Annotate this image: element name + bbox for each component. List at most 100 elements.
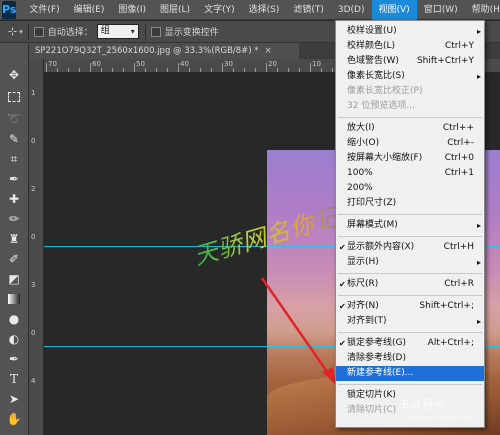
view-menu-item[interactable]: 打印尺寸(Z) xyxy=(336,196,484,211)
menu-separator xyxy=(338,332,482,333)
view-menu-item: 32 位预览选项... xyxy=(336,99,484,114)
ruler-tick xyxy=(134,63,135,72)
view-menu-item[interactable]: 按屏幕大小缩放(F) Ctrl+0 xyxy=(336,151,484,166)
ruler-tick xyxy=(123,68,124,72)
menu-item-label: 对齐到(T) xyxy=(347,316,387,326)
menu-separator xyxy=(338,295,482,296)
ruler-tick xyxy=(244,68,245,72)
view-menu-dropdown: 校样设置(U) ▸ 校样颜色(L) Ctrl+Y 色域警告(W) Shift+Ctrl+Y… xyxy=(335,20,485,428)
vertical-ruler[interactable]: 1 0 2 0 3 0 4 xyxy=(29,59,44,435)
brush-tool-icon[interactable]: ✏ xyxy=(3,209,25,229)
auto-select-target-dropdown[interactable]: 组 ▾ xyxy=(96,24,139,39)
ruler-tick xyxy=(156,68,157,72)
ruler-tick xyxy=(200,68,201,72)
move-tool-icon[interactable]: ✥ xyxy=(3,65,25,85)
divider xyxy=(27,23,29,40)
history-brush-tool-icon[interactable]: ✐ xyxy=(3,249,25,269)
menu-item-label: 锁定参考线(G) xyxy=(347,338,406,348)
ruler-tick xyxy=(79,68,80,72)
menu-2[interactable]: 图像(I) xyxy=(111,0,153,20)
view-menu-item[interactable]: 100% Ctrl+1 xyxy=(336,166,484,181)
menu-item-shortcut: Ctrl+- xyxy=(447,138,474,148)
view-menu-item[interactable]: 显示(H) ▸ xyxy=(336,255,484,270)
menu-item-label: 新建参考线(E)... xyxy=(347,368,414,378)
menu-item-label: 标尺(R) xyxy=(347,279,379,289)
ruler-tick xyxy=(299,68,300,72)
ruler-tick xyxy=(321,68,322,72)
view-menu-item[interactable]: 对齐到(T) ▸ xyxy=(336,314,484,329)
clone-stamp-tool-icon[interactable]: ♜ xyxy=(3,229,25,249)
document-tab[interactable]: SP221O79Q32T_2560x1600.jpg @ 33.3%(RGB/8… xyxy=(29,43,299,59)
ruler-label: 0 xyxy=(31,137,36,145)
healing-brush-tool-icon[interactable]: ✚ xyxy=(3,189,25,209)
view-menu-item[interactable]: 像素长宽比(S) ▸ xyxy=(336,69,484,84)
menu-7[interactable]: 3D(D) xyxy=(331,0,372,20)
chevron-down-icon[interactable]: ▾ xyxy=(19,28,23,36)
ruler-tick xyxy=(211,68,212,72)
menu-item-label: 锁定切片(K) xyxy=(347,390,396,400)
blur-tool-icon[interactable]: ● xyxy=(3,309,25,329)
view-menu-item[interactable]: 放大(I) Ctrl++ xyxy=(336,121,484,136)
ruler-tick xyxy=(255,68,256,72)
crop-tool-icon[interactable]: ⌗ xyxy=(3,149,25,169)
view-menu-item[interactable]: 校样颜色(L) Ctrl+Y xyxy=(336,39,484,54)
show-transform-checkbox[interactable] xyxy=(150,26,161,37)
quick-select-tool-icon[interactable]: ✎ xyxy=(3,129,25,149)
menu-6[interactable]: 滤镜(T) xyxy=(286,0,331,20)
path-select-tool-icon[interactable]: ➤ xyxy=(3,389,25,409)
menu-1[interactable]: 编辑(E) xyxy=(67,0,112,20)
ruler-tick xyxy=(46,63,47,72)
ruler-label: 40 xyxy=(180,60,189,68)
view-menu-item[interactable]: ✔ 对齐(N) Shift+Ctrl+; xyxy=(336,299,484,314)
ruler-label: 50 xyxy=(136,60,145,68)
menu-item-shortcut: Shift+Ctrl+Y xyxy=(416,56,474,66)
menu-item-label: 显示额外内容(X) xyxy=(347,242,415,252)
view-menu-item[interactable]: ✔ 显示额外内容(X) Ctrl+H xyxy=(336,240,484,255)
ruler-label: 70 xyxy=(48,60,57,68)
view-menu-item[interactable]: 清除参考线(D) xyxy=(336,351,484,366)
checkmark-icon: ✔ xyxy=(339,243,346,252)
auto-select-label: 自动选择： xyxy=(47,28,93,38)
menu-5[interactable]: 选择(S) xyxy=(242,0,287,20)
type-tool-icon[interactable]: T xyxy=(3,369,25,389)
menu-3[interactable]: 图层(L) xyxy=(153,0,197,20)
marquee-tool-icon[interactable] xyxy=(3,87,25,107)
hand-tool-icon[interactable]: ✋ xyxy=(3,409,25,429)
menu-separator xyxy=(338,273,482,274)
ruler-label: 60 xyxy=(92,60,101,68)
view-menu-item[interactable]: ✔ 标尺(R) Ctrl+R xyxy=(336,277,484,292)
view-menu-item[interactable]: ✔ 锁定参考线(G) Alt+Ctrl+; xyxy=(336,336,484,351)
pen-tool-icon[interactable]: ✒ xyxy=(3,349,25,369)
eraser-tool-icon[interactable]: ◩ xyxy=(3,269,25,289)
ruler-tick xyxy=(277,68,278,72)
menu-10[interactable]: 帮助(H) xyxy=(465,0,500,20)
baidu-watermark: Bai 经验 xyxy=(402,398,445,411)
dodge-tool-icon[interactable]: ◐ xyxy=(3,329,25,349)
close-icon[interactable]: × xyxy=(265,46,272,56)
menu-4[interactable]: 文字(Y) xyxy=(197,0,242,20)
ruler-tick xyxy=(266,63,267,72)
view-menu-item[interactable]: 新建参考线(E)... xyxy=(336,366,484,381)
move-tool-icon[interactable]: ⊹ xyxy=(8,25,17,38)
view-menu-item[interactable]: 200% xyxy=(336,181,484,196)
view-menu-item[interactable]: 屏幕模式(M) ▸ xyxy=(336,218,484,233)
auto-select-checkbox[interactable] xyxy=(33,26,44,37)
lasso-tool-icon[interactable]: ➰ xyxy=(3,109,25,129)
menu-0[interactable]: 文件(F) xyxy=(22,0,66,20)
menu-9[interactable]: 窗口(W) xyxy=(417,0,465,20)
menu-item-shortcut: Shift+Ctrl+; xyxy=(419,301,474,311)
menu-item-label: 按屏幕大小缩放(F) xyxy=(347,153,423,163)
eyedropper-tool-icon[interactable]: ✒ xyxy=(3,169,25,189)
view-menu-item[interactable]: 校样设置(U) ▸ xyxy=(336,24,484,39)
menu-item-shortcut: Alt+Ctrl+; xyxy=(427,338,474,348)
gradient-tool-icon[interactable] xyxy=(3,289,25,309)
menu-8[interactable]: 视图(V) xyxy=(371,0,417,20)
menu-separator xyxy=(338,117,482,118)
checkmark-icon: ✔ xyxy=(339,280,346,289)
view-menu-item[interactable]: 缩小(O) Ctrl+- xyxy=(336,136,484,151)
ruler-tick xyxy=(189,68,190,72)
view-menu-item[interactable]: 色域警告(W) Shift+Ctrl+Y xyxy=(336,54,484,69)
ruler-label: 20 xyxy=(268,60,277,68)
chevron-down-icon: ▾ xyxy=(130,27,135,36)
ruler-tick xyxy=(167,68,168,72)
